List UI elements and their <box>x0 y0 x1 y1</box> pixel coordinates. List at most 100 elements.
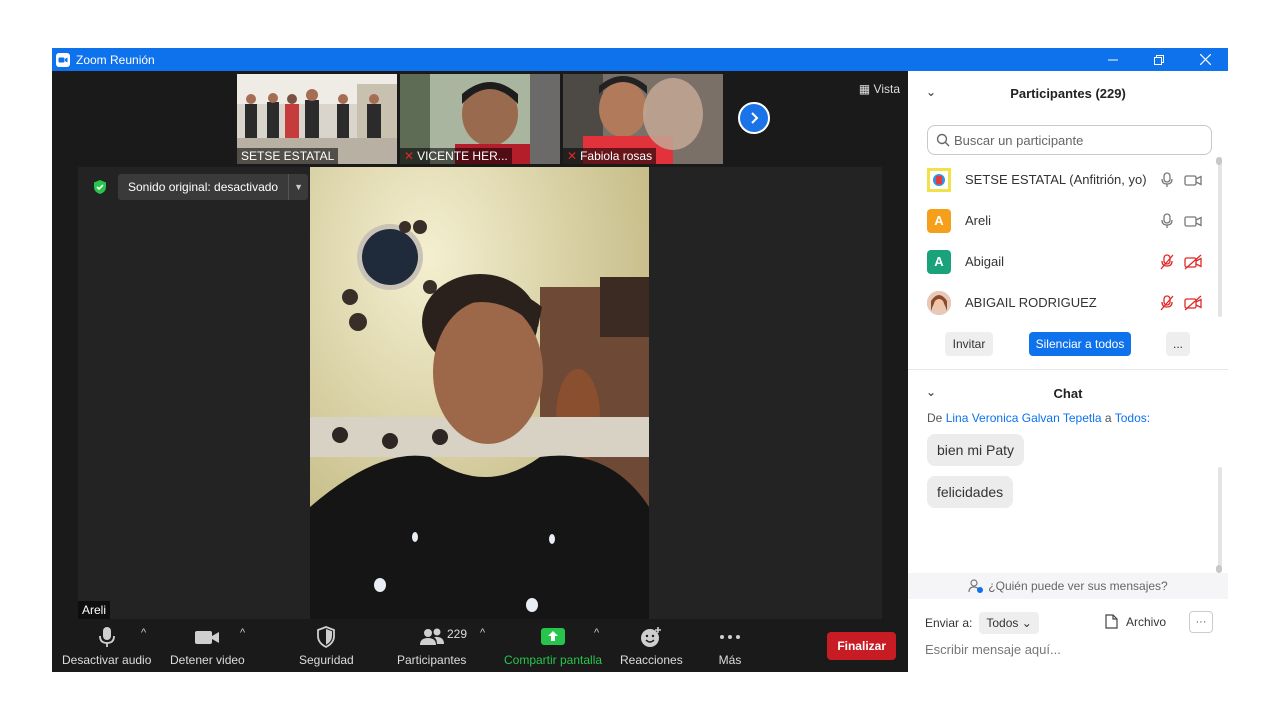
minimize-button[interactable] <box>1090 48 1136 71</box>
video-camera-icon[interactable] <box>1184 172 1202 188</box>
end-meeting-button[interactable]: Finalizar <box>827 632 896 660</box>
mute-all-button[interactable]: Silenciar a todos <box>1029 332 1131 356</box>
chat-sender-name[interactable]: Lina Veronica Galvan Tepetla <box>946 411 1102 425</box>
security-button[interactable]: Seguridad <box>299 625 354 667</box>
participant-name: Abigail <box>965 254 1005 269</box>
avatar: A <box>927 249 951 274</box>
shield-icon <box>317 626 336 649</box>
more-button[interactable]: Más <box>718 625 742 667</box>
zoom-window: Zoom Reunión SETSE ESTATAL ✕ VICENTE HER… <box>52 48 1228 672</box>
file-button[interactable]: Archivo <box>1105 614 1166 629</box>
chevron-down-icon[interactable]: ⌄ <box>926 385 936 399</box>
chevron-up-icon[interactable]: ^ <box>141 627 146 639</box>
speaker-name-label: Areli <box>78 601 111 619</box>
mute-audio-button[interactable]: Desactivar audio <box>62 625 151 667</box>
share-screen-icon <box>541 628 566 645</box>
scrollbar-thumb[interactable] <box>1216 565 1222 573</box>
participant-name: ABIGAIL RODRIGUEZ <box>965 295 1097 310</box>
send-to-dropdown[interactable]: Todos ⌄ <box>979 612 1039 634</box>
chat-message: felicidades <box>927 476 1014 508</box>
zoom-app-icon <box>56 52 70 67</box>
video-camera-icon[interactable] <box>1184 213 1202 229</box>
thumbnail-name: ✕ VICENTE HER... <box>400 148 512 164</box>
main-video <box>310 167 649 619</box>
muted-mic-icon: ✕ <box>567 149 578 163</box>
video-off-icon[interactable] <box>1184 295 1202 311</box>
photo-avatar-icon <box>927 290 951 315</box>
restore-button[interactable] <box>1136 48 1182 71</box>
muted-microphone-icon[interactable] <box>1160 253 1174 270</box>
chat-header-bar: ⌄ Chat <box>908 371 1228 415</box>
participant-search-input[interactable]: Buscar un participante <box>927 125 1212 155</box>
stop-video-button[interactable]: Detener video <box>170 625 245 667</box>
scrollbar-thumb[interactable] <box>1216 157 1222 165</box>
participants-actions: Invitar Silenciar a todos ... <box>908 332 1228 358</box>
chat-scrollbar[interactable] <box>1218 467 1222 567</box>
chevron-right-icon <box>751 112 759 124</box>
divider <box>908 369 1228 370</box>
thumbnail-strip: SETSE ESTATAL ✕ VICENTE HER... ✕ Fabiola… <box>237 74 723 164</box>
participant-row[interactable]: A Abigail <box>908 241 1224 282</box>
chat-recipient: Todos: <box>1114 411 1151 425</box>
original-sound-control: Sonido original: desactivado ▼ <box>92 174 309 200</box>
person-info-icon <box>968 579 984 593</box>
speaker-video-image <box>310 167 649 619</box>
minimize-icon <box>1108 59 1118 60</box>
meeting-area: SETSE ESTATAL ✕ VICENTE HER... ✕ Fabiola… <box>52 71 908 672</box>
thumbnail-name: SETSE ESTATAL <box>237 148 339 164</box>
chevron-down-icon: ⌄ <box>1021 616 1032 630</box>
next-page-button[interactable] <box>738 102 770 134</box>
chevron-down-icon[interactable]: ▼ <box>288 174 309 200</box>
participant-row[interactable]: A Areli <box>908 200 1224 241</box>
participants-title: Participantes (229) <box>1010 85 1126 101</box>
smiley-icon <box>641 627 662 647</box>
participants-count: 229 <box>447 627 468 641</box>
close-button[interactable] <box>1182 48 1228 71</box>
participant-status-icons <box>1160 294 1202 311</box>
restore-icon <box>1154 54 1164 65</box>
participant-row[interactable]: SETSE ESTATAL (Anfitrión, yo) <box>908 159 1224 200</box>
participant-name: Areli <box>965 213 992 228</box>
side-panel: ⌄ Participantes (229) Buscar un particip… <box>908 71 1228 672</box>
reactions-button[interactable]: Reacciones <box>620 625 683 667</box>
chat-sender-line: De Lina Veronica Galvan Tepetla a Todos: <box>927 411 1151 425</box>
chevron-up-icon[interactable]: ^ <box>480 627 485 639</box>
more-dots-icon <box>720 635 740 639</box>
participant-row[interactable]: ABIGAIL RODRIGUEZ <box>908 282 1224 323</box>
window-title: Zoom Reunión <box>76 52 155 67</box>
active-speaker-stage: Sonido original: desactivado ▼ Areli <box>78 167 882 619</box>
view-button[interactable]: ▦ Vista <box>859 82 900 96</box>
chevron-down-icon[interactable]: ⌄ <box>926 85 936 99</box>
chat-header: ⌄ Chat <box>908 371 1228 415</box>
chat-message: bien mi Paty <box>927 434 1025 466</box>
video-off-icon[interactable] <box>1184 254 1202 270</box>
participant-status-icons <box>1160 253 1202 270</box>
share-screen-button[interactable]: Compartir pantalla <box>504 625 602 667</box>
participant-thumbnail[interactable]: ✕ VICENTE HER... <box>400 74 560 164</box>
chat-message-input[interactable]: Escribir mensaje aquí... <box>925 642 1061 657</box>
meeting-toolbar: Desactivar audio ^ Detener video ^ Segur… <box>52 619 908 672</box>
avatar <box>927 290 951 315</box>
muted-microphone-icon[interactable] <box>1160 294 1174 311</box>
who-can-see-messages[interactable]: ¿Quién puede ver sus mensajes? <box>908 573 1228 599</box>
invite-button[interactable]: Invitar <box>945 332 993 356</box>
chat-more-button[interactable]: ··· <box>1189 611 1213 633</box>
participant-status-icons <box>1160 212 1202 229</box>
participants-header: ⌄ Participantes (229) <box>908 71 1228 115</box>
avatar: A <box>927 208 951 233</box>
participants-icon <box>419 628 444 645</box>
send-to-control: Enviar a: Todos ⌄ <box>925 612 1039 634</box>
chevron-up-icon[interactable]: ^ <box>594 627 599 639</box>
video-camera-icon <box>195 631 220 644</box>
microphone-icon[interactable] <box>1160 212 1174 229</box>
file-icon <box>1105 614 1118 629</box>
participant-thumbnail[interactable]: ✕ Fabiola rosas <box>563 74 723 164</box>
participant-thumbnail[interactable]: SETSE ESTATAL <box>237 74 397 164</box>
shield-check-icon <box>94 180 106 194</box>
participants-scrollbar[interactable] <box>1218 157 1222 317</box>
microphone-icon[interactable] <box>1160 171 1174 188</box>
chat-title: Chat <box>1053 385 1083 401</box>
chevron-up-icon[interactable]: ^ <box>240 627 245 639</box>
original-sound-button[interactable]: Sonido original: desactivado <box>118 174 289 200</box>
more-options-button[interactable]: ... <box>1166 332 1190 356</box>
